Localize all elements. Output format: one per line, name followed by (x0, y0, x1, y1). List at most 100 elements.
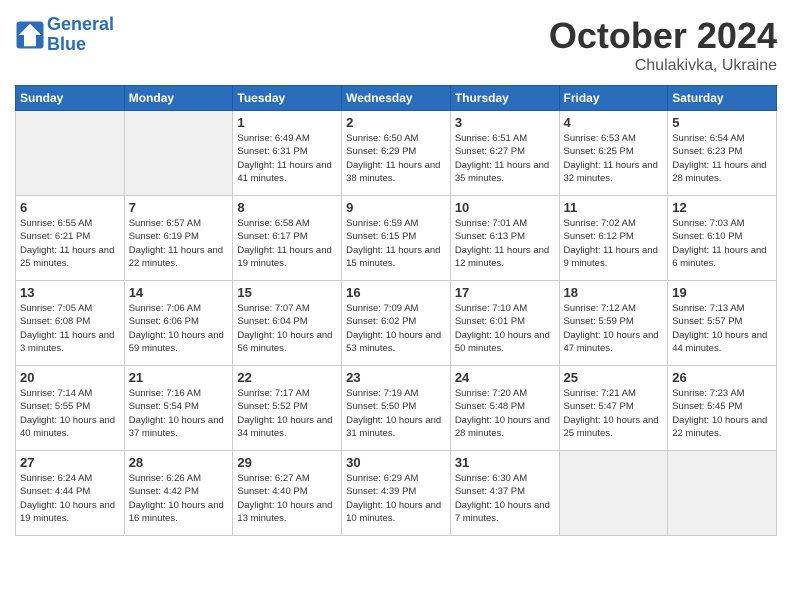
page-header: General Blue October 2024 Chulakivka, Uk… (15, 15, 777, 75)
day-number: 26 (672, 370, 772, 385)
day-info: Sunrise: 6:26 AMSunset: 4:42 PMDaylight:… (129, 472, 229, 525)
calendar-cell: 31 Sunrise: 6:30 AMSunset: 4:37 PMDayligh… (450, 451, 559, 536)
day-number: 9 (346, 200, 446, 215)
day-info: Sunrise: 6:51 AMSunset: 6:27 PMDaylight:… (455, 132, 555, 185)
calendar-cell: 3 Sunrise: 6:51 AMSunset: 6:27 PMDaylight… (450, 111, 559, 196)
day-info: Sunrise: 7:10 AMSunset: 6:01 PMDaylight:… (455, 302, 555, 355)
day-info: Sunrise: 7:20 AMSunset: 5:48 PMDaylight:… (455, 387, 555, 440)
day-number: 2 (346, 115, 446, 130)
calendar-cell: 2 Sunrise: 6:50 AMSunset: 6:29 PMDaylight… (342, 111, 451, 196)
day-number: 31 (455, 455, 555, 470)
calendar-cell: 9 Sunrise: 6:59 AMSunset: 6:15 PMDaylight… (342, 196, 451, 281)
logo-icon (15, 20, 45, 50)
day-info: Sunrise: 6:29 AMSunset: 4:39 PMDaylight:… (346, 472, 446, 525)
day-info: Sunrise: 6:30 AMSunset: 4:37 PMDaylight:… (455, 472, 555, 525)
day-info: Sunrise: 6:50 AMSunset: 6:29 PMDaylight:… (346, 132, 446, 185)
calendar-cell: 8Sunrise: 6:58 AMSunset: 6:17 PMDaylight… (233, 196, 342, 281)
calendar-cell: 7 Sunrise: 6:57 AMSunset: 6:19 PMDaylight… (124, 196, 233, 281)
calendar-week-row: 20Sunrise: 7:14 AMSunset: 5:55 PMDayligh… (16, 366, 777, 451)
day-number: 24 (455, 370, 555, 385)
calendar-cell (668, 451, 777, 536)
weekday-header: Thursday (450, 86, 559, 111)
day-info: Sunrise: 7:17 AMSunset: 5:52 PMDaylight:… (237, 387, 337, 440)
day-number: 3 (455, 115, 555, 130)
weekday-header: Friday (559, 86, 668, 111)
weekday-header-row: SundayMondayTuesdayWednesdayThursdayFrid… (16, 86, 777, 111)
title-block: October 2024 Chulakivka, Ukraine (549, 15, 777, 75)
calendar-week-row: 27 Sunrise: 6:24 AMSunset: 4:44 PMDayligh… (16, 451, 777, 536)
day-number: 13 (20, 285, 120, 300)
calendar-cell: 5Sunrise: 6:54 AMSunset: 6:23 PMDaylight… (668, 111, 777, 196)
calendar-cell: 30 Sunrise: 6:29 AMSunset: 4:39 PMDayligh… (342, 451, 451, 536)
day-info: Sunrise: 7:02 AMSunset: 6:12 PMDaylight:… (564, 217, 664, 270)
day-info: Sunrise: 7:01 AMSunset: 6:13 PMDaylight:… (455, 217, 555, 270)
calendar-cell: 1 Sunrise: 6:49 AMSunset: 6:31 PMDaylight… (233, 111, 342, 196)
day-number: 12 (672, 200, 772, 215)
day-number: 14 (129, 285, 229, 300)
day-info: Sunrise: 7:03 AMSunset: 6:10 PMDaylight:… (672, 217, 772, 270)
logo-general: General (47, 15, 114, 35)
weekday-header: Saturday (668, 86, 777, 111)
logo-blue: Blue (47, 35, 114, 55)
day-info: Sunrise: 7:09 AMSunset: 6:02 PMDaylight:… (346, 302, 446, 355)
day-number: 11 (564, 200, 664, 215)
day-info: Sunrise: 6:24 AMSunset: 4:44 PMDaylight:… (20, 472, 120, 525)
day-number: 16 (346, 285, 446, 300)
day-info: Sunrise: 6:55 AMSunset: 6:21 PMDaylight:… (20, 217, 120, 270)
calendar-cell: 16 Sunrise: 7:09 AMSunset: 6:02 PMDayligh… (342, 281, 451, 366)
day-number: 22 (237, 370, 337, 385)
weekday-header: Sunday (16, 86, 125, 111)
calendar-cell (559, 451, 668, 536)
calendar-cell: 12 Sunrise: 7:03 AMSunset: 6:10 PMDayligh… (668, 196, 777, 281)
day-info: Sunrise: 7:21 AMSunset: 5:47 PMDaylight:… (564, 387, 664, 440)
calendar-cell: 4 Sunrise: 6:53 AMSunset: 6:25 PMDaylight… (559, 111, 668, 196)
day-info: Sunrise: 7:16 AMSunset: 5:54 PMDaylight:… (129, 387, 229, 440)
day-number: 29 (237, 455, 337, 470)
day-number: 1 (237, 115, 337, 130)
day-number: 10 (455, 200, 555, 215)
calendar-cell (16, 111, 125, 196)
calendar-week-row: 6Sunrise: 6:55 AMSunset: 6:21 PMDaylight… (16, 196, 777, 281)
day-info: Sunrise: 6:57 AMSunset: 6:19 PMDaylight:… (129, 217, 229, 270)
day-info: Sunrise: 7:06 AMSunset: 6:06 PMDaylight:… (129, 302, 229, 355)
day-number: 23 (346, 370, 446, 385)
day-number: 27 (20, 455, 120, 470)
calendar-cell: 14 Sunrise: 7:06 AMSunset: 6:06 PMDayligh… (124, 281, 233, 366)
calendar-table: SundayMondayTuesdayWednesdayThursdayFrid… (15, 85, 777, 536)
day-info: Sunrise: 7:13 AMSunset: 5:57 PMDaylight:… (672, 302, 772, 355)
day-number: 4 (564, 115, 664, 130)
logo: General Blue (15, 15, 114, 55)
month-title: October 2024 (549, 15, 777, 57)
day-info: Sunrise: 7:23 AMSunset: 5:45 PMDaylight:… (672, 387, 772, 440)
calendar-cell: 10 Sunrise: 7:01 AMSunset: 6:13 PMDayligh… (450, 196, 559, 281)
calendar-cell: 23 Sunrise: 7:19 AMSunset: 5:50 PMDayligh… (342, 366, 451, 451)
day-number: 21 (129, 370, 229, 385)
calendar-cell: 29Sunrise: 6:27 AMSunset: 4:40 PMDayligh… (233, 451, 342, 536)
calendar-cell: 6Sunrise: 6:55 AMSunset: 6:21 PMDaylight… (16, 196, 125, 281)
calendar-cell: 20Sunrise: 7:14 AMSunset: 5:55 PMDayligh… (16, 366, 125, 451)
day-number: 15 (237, 285, 337, 300)
day-number: 28 (129, 455, 229, 470)
calendar-week-row: 13 Sunrise: 7:05 AMSunset: 6:08 PMDayligh… (16, 281, 777, 366)
day-info: Sunrise: 7:07 AMSunset: 6:04 PMDaylight:… (237, 302, 337, 355)
day-number: 30 (346, 455, 446, 470)
day-number: 7 (129, 200, 229, 215)
calendar-cell: 28 Sunrise: 6:26 AMSunset: 4:42 PMDayligh… (124, 451, 233, 536)
day-info: Sunrise: 6:54 AMSunset: 6:23 PMDaylight:… (672, 132, 772, 185)
calendar-cell: 19Sunrise: 7:13 AMSunset: 5:57 PMDayligh… (668, 281, 777, 366)
calendar-cell: 22 Sunrise: 7:17 AMSunset: 5:52 PMDayligh… (233, 366, 342, 451)
calendar-cell: 26 Sunrise: 7:23 AMSunset: 5:45 PMDayligh… (668, 366, 777, 451)
calendar-cell: 27 Sunrise: 6:24 AMSunset: 4:44 PMDayligh… (16, 451, 125, 536)
day-info: Sunrise: 6:59 AMSunset: 6:15 PMDaylight:… (346, 217, 446, 270)
calendar-cell (124, 111, 233, 196)
day-info: Sunrise: 6:58 AMSunset: 6:17 PMDaylight:… (237, 217, 337, 270)
day-info: Sunrise: 7:05 AMSunset: 6:08 PMDaylight:… (20, 302, 120, 355)
weekday-header: Tuesday (233, 86, 342, 111)
day-info: Sunrise: 7:14 AMSunset: 5:55 PMDaylight:… (20, 387, 120, 440)
day-info: Sunrise: 7:19 AMSunset: 5:50 PMDaylight:… (346, 387, 446, 440)
day-info: Sunrise: 6:49 AMSunset: 6:31 PMDaylight:… (237, 132, 337, 185)
calendar-cell: 24 Sunrise: 7:20 AMSunset: 5:48 PMDayligh… (450, 366, 559, 451)
day-info: Sunrise: 6:53 AMSunset: 6:25 PMDaylight:… (564, 132, 664, 185)
calendar-cell: 17Sunrise: 7:10 AMSunset: 6:01 PMDayligh… (450, 281, 559, 366)
calendar-cell: 11 Sunrise: 7:02 AMSunset: 6:12 PMDayligh… (559, 196, 668, 281)
